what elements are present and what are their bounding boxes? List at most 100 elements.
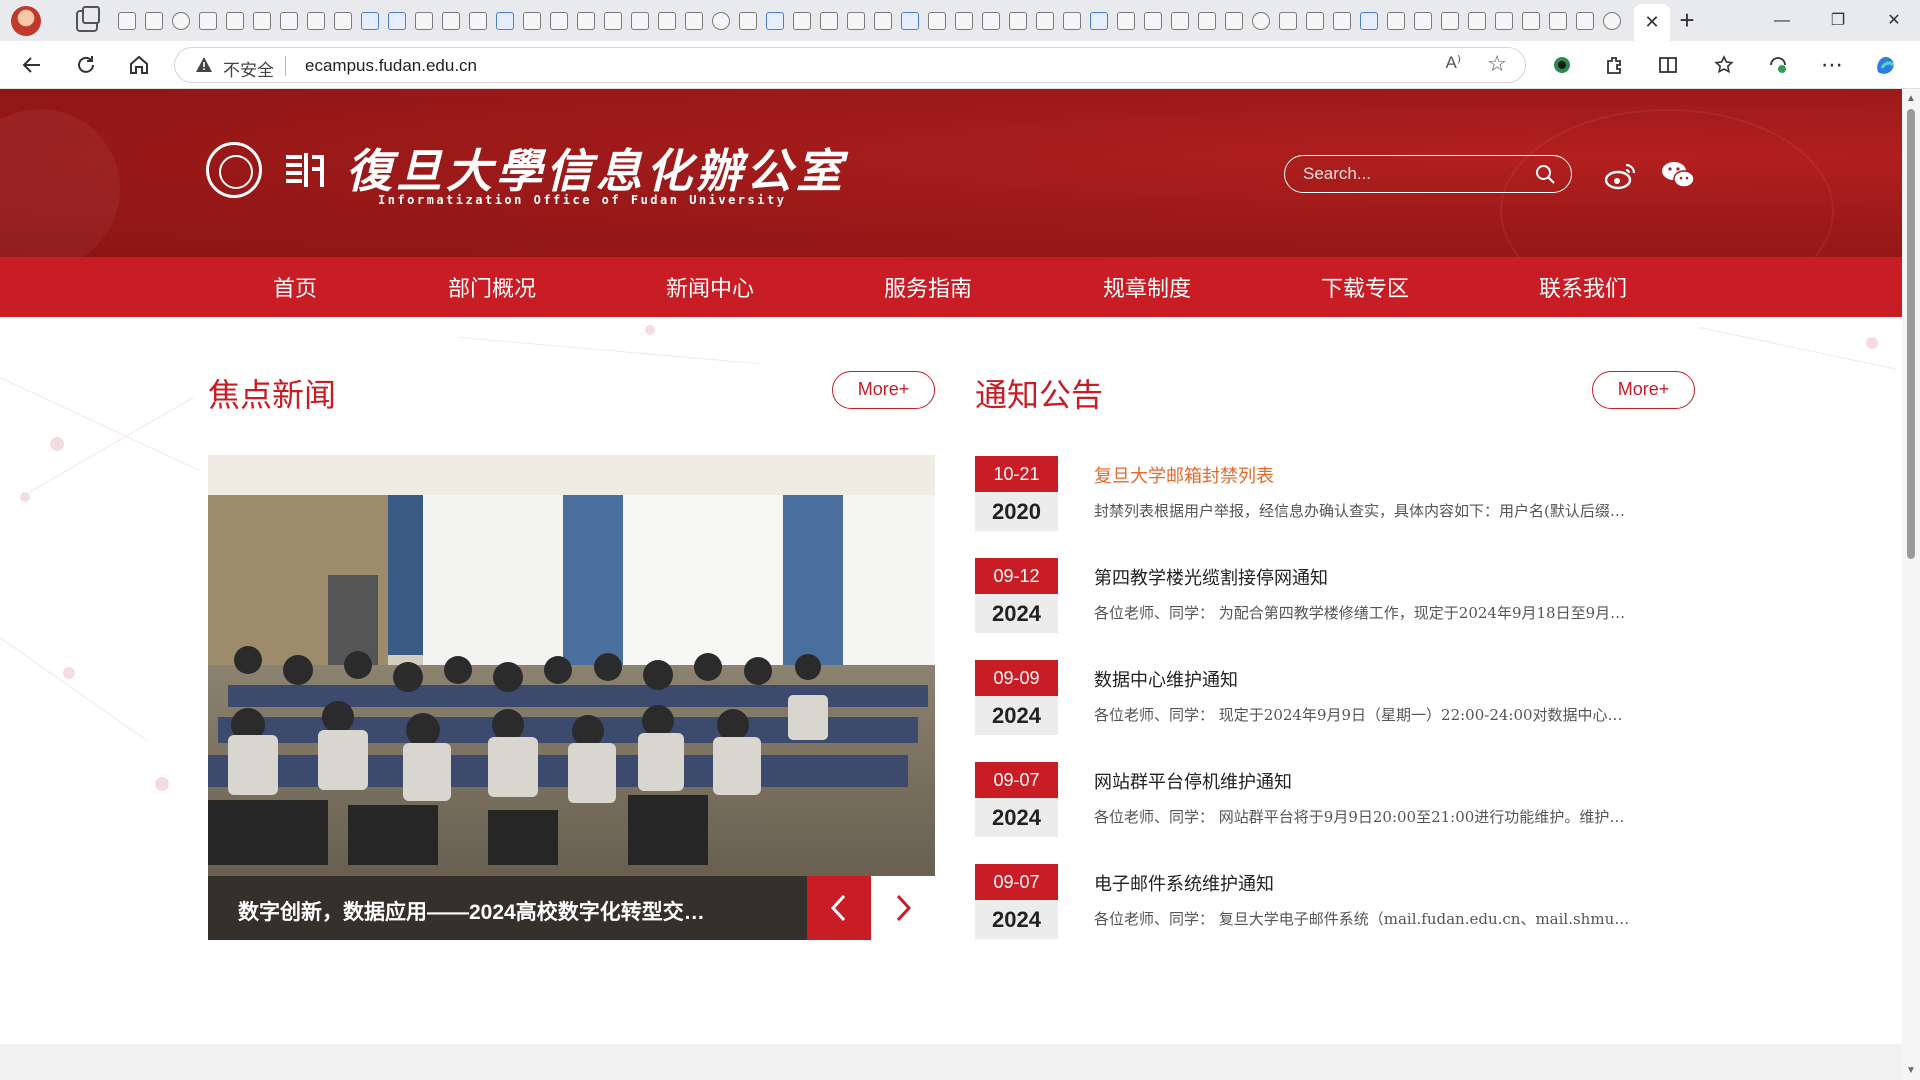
tab-favicon[interactable] bbox=[118, 11, 136, 30]
tab-favicon[interactable] bbox=[1495, 11, 1513, 30]
scroll-up-icon[interactable]: ▲ bbox=[1906, 93, 1916, 104]
slide-caption[interactable]: 数字创新，数据应用——2024高校数字化转型交… bbox=[238, 896, 705, 926]
news-photo[interactable] bbox=[208, 455, 935, 940]
tab-favicon[interactable] bbox=[1063, 11, 1081, 30]
tab-favicon[interactable] bbox=[1549, 11, 1567, 30]
tab-favicon[interactable] bbox=[145, 11, 163, 30]
tab-favicon[interactable] bbox=[901, 11, 919, 30]
nav-service-guide[interactable]: 服务指南 bbox=[884, 271, 972, 303]
tab-favicon[interactable] bbox=[469, 11, 487, 30]
tab-favicon[interactable] bbox=[496, 11, 514, 30]
nav-contact[interactable]: 联系我们 bbox=[1539, 271, 1627, 303]
copilot-icon[interactable] bbox=[1870, 49, 1902, 81]
notice-item[interactable]: 09-07 2024 网站群平台停机维护通知 各位老师、同学： 网站群平台将于9… bbox=[975, 762, 1695, 838]
notice-item[interactable]: 09-09 2024 数据中心维护通知 各位老师、同学： 现定于2024年9月9… bbox=[975, 660, 1695, 736]
wechat-icon[interactable] bbox=[1660, 159, 1696, 191]
slider-prev-button[interactable] bbox=[807, 876, 871, 940]
notice-item[interactable]: 09-12 2024 第四教学楼光缆割接停网通知 各位老师、同学： 为配合第四教… bbox=[975, 558, 1695, 634]
favorites-icon[interactable] bbox=[1708, 49, 1740, 81]
notice-title[interactable]: 电子邮件系统维护通知 bbox=[1094, 870, 1274, 896]
tab-favicon[interactable] bbox=[1468, 11, 1486, 30]
tab-favicon[interactable] bbox=[1198, 11, 1216, 30]
notice-summary[interactable]: 封禁列表根据用户举报，经信息办确认查实，具体内容如下：用户名(默认后缀… bbox=[1094, 500, 1690, 521]
tab-favicon[interactable] bbox=[1252, 11, 1270, 30]
notice-summary[interactable]: 各位老师、同学： 网站群平台将于9月9日20:00至21:00进行功能维护。维护… bbox=[1094, 806, 1690, 827]
tab-favicon[interactable] bbox=[1387, 11, 1405, 30]
tab-favicon[interactable] bbox=[361, 11, 379, 30]
tab-favicon[interactable] bbox=[415, 11, 433, 30]
tab-favicon[interactable] bbox=[1171, 11, 1189, 30]
tab-favicon[interactable] bbox=[1603, 11, 1621, 30]
nav-regulations[interactable]: 规章制度 bbox=[1103, 271, 1191, 303]
restore-button[interactable]: ❐ bbox=[1810, 0, 1866, 41]
nav-downloads[interactable]: 下载专区 bbox=[1321, 271, 1409, 303]
workspaces-icon[interactable] bbox=[76, 5, 100, 32]
tab-favicon[interactable] bbox=[631, 11, 649, 30]
tab-favicon[interactable] bbox=[1414, 11, 1432, 30]
tab-favicon[interactable] bbox=[388, 11, 406, 30]
tab-favicon[interactable] bbox=[1441, 11, 1459, 30]
extension-icon[interactable] bbox=[1598, 49, 1630, 81]
tab-favicon[interactable] bbox=[1279, 11, 1297, 30]
tab-favicon[interactable] bbox=[199, 11, 217, 30]
tab-favicon[interactable] bbox=[982, 11, 1000, 30]
notice-summary[interactable]: 各位老师、同学： 为配合第四教学楼修缮工作，现定于2024年9月18日至9月… bbox=[1094, 602, 1690, 623]
notice-item[interactable]: 09-07 2024 电子邮件系统维护通知 各位老师、同学： 复旦大学电子邮件系… bbox=[975, 864, 1695, 940]
slider-next-button[interactable] bbox=[871, 876, 935, 940]
notice-title[interactable]: 第四教学楼光缆割接停网通知 bbox=[1094, 564, 1328, 590]
fudan-seal-logo[interactable] bbox=[206, 142, 262, 198]
tab-favicon[interactable] bbox=[658, 11, 676, 30]
profile-avatar[interactable] bbox=[11, 5, 41, 36]
address-bar[interactable]: 不安全 ecampus.fudan.edu.cn A⁾ ☆ bbox=[174, 47, 1526, 83]
notice-summary[interactable]: 各位老师、同学： 复旦大学电子邮件系统（mail.fudan.edu.cn、ma… bbox=[1094, 908, 1690, 929]
back-icon[interactable] bbox=[16, 49, 48, 81]
tab-favicon[interactable] bbox=[793, 11, 811, 30]
active-tab[interactable]: ✕ bbox=[1634, 4, 1670, 41]
reload-icon[interactable] bbox=[70, 49, 102, 81]
notice-summary[interactable]: 各位老师、同学： 现定于2024年9月9日（星期一）22:00-24:00对数据… bbox=[1094, 704, 1690, 725]
tab-favicon[interactable] bbox=[226, 11, 244, 30]
tab-favicon[interactable] bbox=[739, 11, 757, 30]
tab-favicon[interactable] bbox=[172, 11, 190, 30]
extension-shield-icon[interactable] bbox=[1546, 49, 1578, 81]
nav-news[interactable]: 新闻中心 bbox=[666, 271, 754, 303]
tab-favicon[interactable] bbox=[307, 11, 325, 30]
tab-favicon[interactable] bbox=[550, 11, 568, 30]
tab-favicon[interactable] bbox=[820, 11, 838, 30]
search-icon[interactable] bbox=[1535, 164, 1555, 184]
tab-favicon[interactable] bbox=[280, 11, 298, 30]
tab-favicon[interactable] bbox=[955, 11, 973, 30]
tab-favicon[interactable] bbox=[1036, 11, 1054, 30]
url-text[interactable]: ecampus.fudan.edu.cn bbox=[305, 56, 477, 76]
notice-title[interactable]: 数据中心维护通知 bbox=[1094, 666, 1238, 692]
tab-favicon[interactable] bbox=[847, 11, 865, 30]
focus-news-more-button[interactable]: More+ bbox=[832, 371, 935, 409]
tab-favicon[interactable] bbox=[1225, 11, 1243, 30]
site-title-cn[interactable]: 復旦大學信息化辦公室 bbox=[346, 135, 846, 201]
split-screen-icon[interactable] bbox=[1652, 49, 1684, 81]
tab-favicon[interactable] bbox=[442, 11, 460, 30]
tab-favicon[interactable] bbox=[1009, 11, 1027, 30]
read-aloud-icon[interactable]: A⁾ bbox=[1445, 53, 1461, 73]
tab-favicon[interactable] bbox=[1117, 11, 1135, 30]
tab-favicon[interactable] bbox=[874, 11, 892, 30]
scroll-down-icon[interactable]: ▼ bbox=[1906, 1065, 1916, 1076]
nav-home[interactable]: 首页 bbox=[273, 271, 317, 303]
tab-favicon[interactable] bbox=[1360, 11, 1378, 30]
tab-favicon[interactable] bbox=[1333, 11, 1351, 30]
tab-favicon[interactable] bbox=[1090, 11, 1108, 30]
tab-close-icon[interactable]: ✕ bbox=[1644, 12, 1659, 33]
tab-favicon[interactable] bbox=[1522, 11, 1540, 30]
tab-favicon[interactable] bbox=[928, 11, 946, 30]
search-input[interactable] bbox=[1303, 162, 1523, 186]
nav-about[interactable]: 部门概况 bbox=[448, 271, 536, 303]
page-scrollbar[interactable]: ▲ ▼ bbox=[1902, 89, 1920, 1080]
tab-favicon[interactable] bbox=[1144, 11, 1162, 30]
notice-item[interactable]: 10-21 2020 复旦大学邮箱封禁列表 封禁列表根据用户举报，经信息办确认查… bbox=[975, 456, 1695, 532]
tab-favicon[interactable] bbox=[334, 11, 352, 30]
tab-favicon[interactable] bbox=[523, 11, 541, 30]
close-window-button[interactable]: ✕ bbox=[1866, 0, 1920, 41]
tab-favicon[interactable] bbox=[1576, 11, 1594, 30]
tab-favicon[interactable] bbox=[766, 11, 784, 30]
news-slider[interactable]: 数字创新，数据应用——2024高校数字化转型交… bbox=[208, 455, 935, 940]
